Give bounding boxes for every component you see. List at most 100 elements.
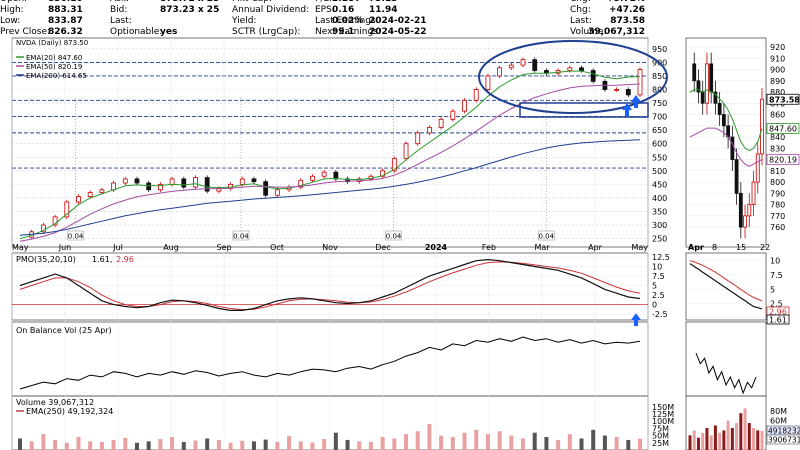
candle-body	[169, 178, 175, 185]
inset-candle-body	[709, 63, 714, 93]
volume-bar	[638, 438, 642, 450]
volume-bar	[41, 434, 46, 450]
volume-bar	[450, 437, 455, 450]
volume-y-tick: 25M	[652, 439, 669, 448]
volume-inset-bar	[696, 437, 700, 450]
volume-bar	[193, 440, 198, 450]
volume-bar	[181, 441, 186, 450]
price-x-label: Aug	[163, 243, 179, 252]
volume-bar	[415, 431, 420, 450]
volume-inset-bar	[726, 420, 730, 450]
price-x-label: Apr	[588, 243, 603, 252]
inset-y-tick: 840	[770, 133, 785, 142]
volume-bar	[462, 432, 467, 450]
volume-bar	[474, 429, 479, 450]
inset-value-label: 820.19	[769, 155, 797, 164]
pmo-up-arrow	[631, 313, 641, 326]
inset-candle-body	[717, 102, 722, 115]
inset-y-tick: 780	[770, 201, 785, 210]
volume-inset-bar	[756, 430, 760, 450]
pmo-inset-tick: 7.5	[770, 271, 783, 280]
inset-value-label: 847.60	[769, 125, 797, 134]
obv-legend: On Balance Vol (25 Apr)	[16, 326, 112, 335]
dividend-label: 0.04	[538, 233, 554, 241]
inset-x-label: 15	[736, 243, 746, 252]
candle-body	[450, 110, 456, 120]
price-x-label: Mar	[534, 243, 550, 252]
inset-y-tick: 920	[770, 43, 785, 52]
price-x-label: Nov	[322, 243, 338, 252]
candle-body	[473, 89, 479, 101]
volume-bar	[111, 439, 116, 450]
candle-body	[122, 178, 128, 184]
candle-body	[567, 67, 573, 71]
volume-inset-tick: 60M	[770, 417, 787, 426]
inset-y-tick: 810	[770, 167, 785, 176]
volume-ema-legend: EMA(250) 49,192,324	[26, 407, 113, 416]
pmo-inset-line	[689, 263, 763, 310]
inset-ema20	[689, 89, 763, 152]
inset-x-label: 8	[712, 243, 717, 252]
volume-bar	[298, 441, 303, 450]
candle-body	[637, 69, 643, 96]
stockcharts-view: Open:836.10Ask:873.72 x 25Mkt Cap:2.18TP…	[0, 0, 800, 450]
obv-inset-line	[695, 352, 757, 395]
volume-bar	[392, 438, 397, 450]
inset-candle-body	[747, 204, 752, 217]
pmo-y-tick: 12.5	[652, 253, 670, 262]
candle-body	[251, 178, 257, 183]
candle-body	[520, 59, 526, 66]
volume-bar	[532, 432, 537, 450]
volume-bar	[427, 424, 432, 450]
volume-legend: Volume 39,067,312	[16, 398, 94, 407]
volume-bar	[509, 435, 514, 450]
dividend-label: 0.04	[233, 233, 249, 241]
volume-inset-bar	[709, 435, 713, 450]
inset-y-tick: 830	[770, 144, 785, 153]
candle-body	[310, 175, 315, 181]
volume-bar	[53, 439, 58, 450]
candle-body	[427, 127, 432, 134]
volume-bar	[439, 435, 444, 450]
volume-bar	[544, 437, 549, 450]
price-x-label: Dec	[375, 243, 390, 252]
volume-bar	[485, 434, 490, 450]
volume-bar	[287, 436, 292, 450]
inset-y-tick: 890	[770, 77, 785, 86]
price-y-tick: 850	[652, 72, 667, 81]
volume-inset-bar	[752, 427, 756, 450]
volume-bar	[76, 437, 81, 450]
inset-ema50	[689, 127, 763, 167]
volume-bar	[556, 439, 561, 450]
volume-bar	[310, 442, 315, 450]
up-arrow	[631, 95, 641, 108]
volume-bar	[404, 434, 409, 450]
inset-candle-body	[751, 181, 756, 206]
volume-bar	[240, 440, 245, 450]
volume-bar	[567, 434, 572, 450]
volume-inset-bar	[705, 427, 709, 450]
price-legend-0: NVDA (Daily) 873.50	[16, 39, 88, 47]
inset-y-tick: 900	[770, 66, 785, 75]
volume-bar	[251, 441, 256, 450]
volume-bar	[497, 431, 502, 450]
pmo-legend-value1: 1.61,	[92, 255, 112, 264]
volume-inset-bar	[747, 423, 751, 450]
volume-inset-value: 49182324	[768, 427, 800, 436]
inset-candle-body	[692, 63, 697, 82]
pmo-y-tick: -2.5	[652, 310, 668, 319]
price-y-tick: 250	[652, 235, 667, 244]
price-legend-2: EMA(50) 820.19	[26, 63, 82, 71]
pmo-inset-signal	[689, 260, 763, 302]
dividend-label: 0.04	[68, 233, 84, 241]
candle-body	[274, 189, 280, 196]
volume-bar	[380, 437, 385, 450]
volume-inset-value: 39067312	[768, 436, 800, 445]
volume-bar	[64, 442, 69, 450]
volume-bar	[345, 439, 350, 450]
volume-inset-bar	[688, 435, 692, 450]
inset-x-label: 22	[760, 243, 770, 252]
candle-body	[146, 182, 152, 191]
volume-bar	[357, 441, 362, 450]
pmo-inset-tick: 5	[770, 285, 775, 294]
